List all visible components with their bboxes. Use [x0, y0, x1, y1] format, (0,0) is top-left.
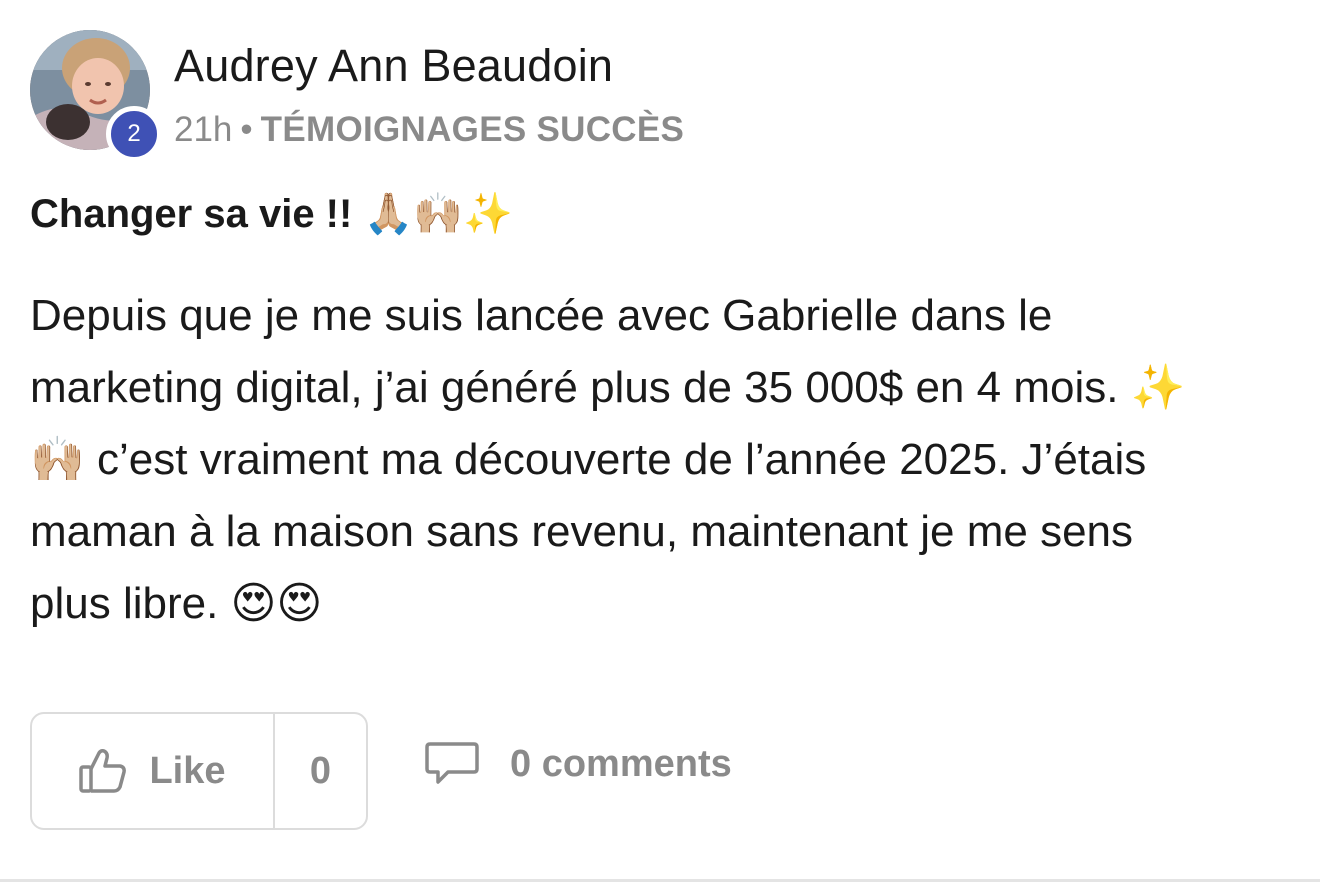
post-time[interactable]: 21h — [174, 110, 232, 149]
post-body-line: maman à la maison sans revenu, maintenan… — [30, 507, 1134, 556]
post-meta: 21h • TÉMOIGNAGES SUCCÈS — [174, 110, 684, 150]
post-title: Changer sa vie !! 🙏🏼🙌🏼✨ — [30, 192, 513, 236]
post-category[interactable]: TÉMOIGNAGES SUCCÈS — [261, 110, 685, 149]
author-name[interactable]: Audrey Ann Beaudoin — [174, 40, 613, 92]
post-body-line: plus libre. 😍😍 — [30, 579, 323, 628]
post-body-line: 🙌🏼 c’est vraiment ma découverte de l’ann… — [30, 435, 1147, 484]
comments-button[interactable]: 0 comments — [424, 740, 732, 788]
author-avatar-wrap[interactable]: 2 — [30, 30, 162, 162]
like-control: Like 0 — [30, 712, 368, 830]
comment-bubble-icon — [425, 742, 479, 784]
like-button[interactable]: Like — [32, 714, 275, 828]
post-body-line: marketing digital, j’ai généré plus de 3… — [30, 363, 1186, 412]
thumbs-up-icon — [79, 749, 127, 793]
post-body-line: Depuis que je me suis lancée avec Gabrie… — [30, 291, 1053, 340]
comments-count-label: 0 comments — [510, 742, 732, 785]
post-body: Depuis que je me suis lancée avec Gabrie… — [30, 280, 1300, 640]
meta-separator: • — [240, 110, 253, 149]
like-count[interactable]: 0 — [275, 750, 366, 793]
level-badge: 2 — [106, 106, 162, 162]
post-card: 2 Audrey Ann Beaudoin 21h • TÉMOIGNAGES SU… — [0, 0, 1320, 882]
like-label: Like — [149, 749, 226, 792]
